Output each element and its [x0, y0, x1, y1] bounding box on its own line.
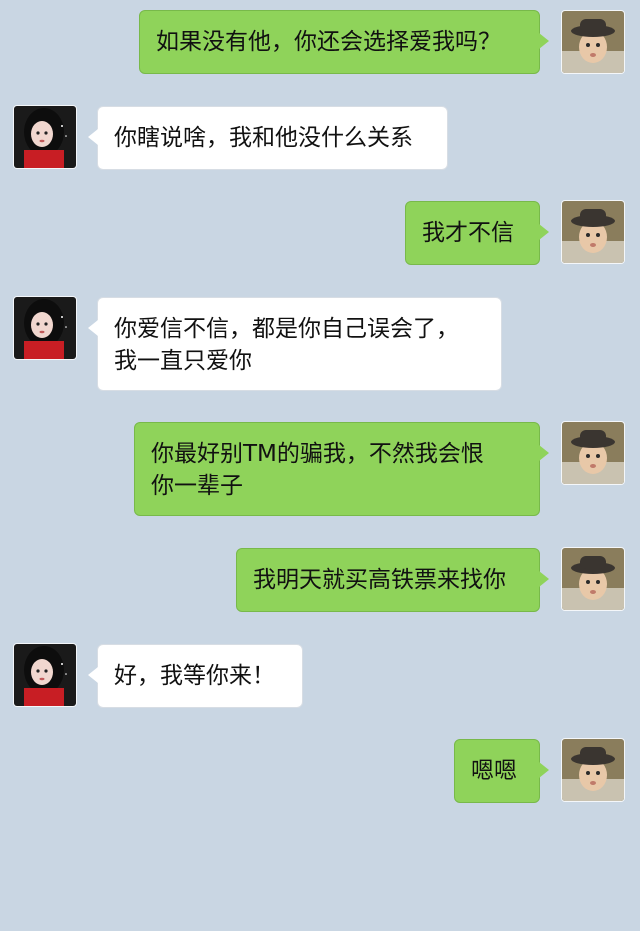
sent-message-bubble[interactable]: 我才不信	[405, 201, 549, 265]
received-message-bubble[interactable]: 你爱信不信，都是你自己误会了， 我一直只爱你	[88, 297, 502, 391]
bubble-tail	[88, 129, 98, 145]
bubble-tail	[539, 224, 549, 240]
bubble-tail	[539, 445, 549, 461]
received-message-bubble[interactable]: 你瞎说啥，我和他没什么关系	[88, 106, 448, 170]
sent-message-bubble[interactable]: 我明天就买高铁票来找你	[236, 548, 549, 612]
girl-avatar[interactable]	[14, 106, 76, 168]
sent-message-bubble[interactable]: 如果没有他，你还会选择爱我吗？	[139, 10, 549, 74]
bubble-tail	[539, 571, 549, 587]
bubble-tail	[539, 762, 549, 778]
bubble-tail	[88, 667, 98, 683]
girl-avatar[interactable]	[14, 297, 76, 359]
boy-avatar[interactable]	[562, 201, 624, 263]
message-text: 我才不信	[422, 220, 514, 246]
message-text: 如果没有他，你还会选择爱我吗？	[156, 29, 501, 55]
message-text-line: 你最好别TM的骗我，不然我会恨	[151, 441, 484, 467]
bubble-tail	[88, 320, 98, 336]
received-message-bubble[interactable]: 好，我等你来！	[88, 644, 303, 708]
message-text: 我明天就买高铁票来找你	[253, 567, 506, 593]
girl-avatar[interactable]	[14, 644, 76, 706]
boy-avatar[interactable]	[562, 11, 624, 73]
boy-avatar[interactable]	[562, 422, 624, 484]
message-text: 你瞎说啥，我和他没什么关系	[114, 125, 413, 151]
message-text: 好，我等你来！	[114, 663, 275, 689]
sent-message-bubble[interactable]: 嗯嗯	[454, 739, 549, 803]
boy-avatar[interactable]	[562, 548, 624, 610]
message-text-line: 你一辈子	[151, 473, 243, 499]
message-text-line: 你爱信不信，都是你自己误会了，	[114, 316, 459, 342]
bubble-tail	[539, 33, 549, 49]
sent-message-bubble[interactable]: 你最好别TM的骗我，不然我会恨 你一辈子	[134, 422, 549, 516]
message-text: 嗯嗯	[471, 758, 517, 784]
message-text-line: 我一直只爱你	[114, 348, 252, 374]
boy-avatar[interactable]	[562, 739, 624, 801]
